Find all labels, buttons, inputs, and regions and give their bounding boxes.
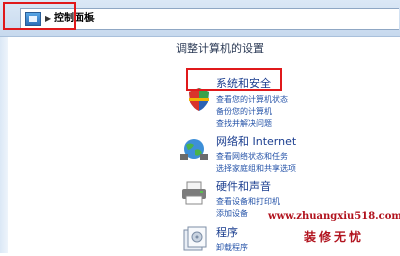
left-nav-pane	[0, 37, 8, 253]
highlight-box	[3, 2, 76, 30]
breadcrumb-expand-icon[interactable]: ▶	[89, 14, 95, 23]
highlight-box	[186, 68, 282, 91]
link-uninstall-program[interactable]: 卸载程序	[216, 242, 248, 253]
link-find-fix-problems[interactable]: 查找并解决问题	[216, 118, 272, 129]
watermark-url: www.zhuangxiu518.com	[268, 211, 400, 222]
link-view-computer-status[interactable]: 查看您的计算机状态	[216, 94, 288, 105]
link-homegroup-sharing[interactable]: 选择家庭组和共享选项	[216, 163, 296, 174]
category-network-internet[interactable]: 网络和 Internet	[216, 135, 296, 149]
programs-icon[interactable]	[180, 226, 207, 252]
link-add-device[interactable]: 添加设备	[216, 208, 248, 219]
printer-icon[interactable]	[180, 180, 206, 206]
watermark-text: 装修无忧	[303, 230, 364, 244]
link-view-devices-printers[interactable]: 查看设备和打印机	[216, 196, 280, 207]
category-programs[interactable]: 程序	[216, 226, 238, 240]
page-title: 调整计算机的设置	[176, 42, 264, 55]
category-hardware-sound[interactable]: 硬件和声音	[216, 180, 271, 194]
watermark: www.zhuangxiu518.com 装修无忧	[268, 207, 400, 253]
network-globe-icon[interactable]	[180, 136, 208, 162]
link-backup-computer[interactable]: 备份您的计算机	[216, 106, 272, 117]
address-field[interactable]: ▶ 控制面板 ▶	[20, 8, 399, 30]
address-bar: ▶ 控制面板 ▶	[0, 0, 400, 37]
link-view-network-status[interactable]: 查看网络状态和任务	[216, 151, 288, 162]
